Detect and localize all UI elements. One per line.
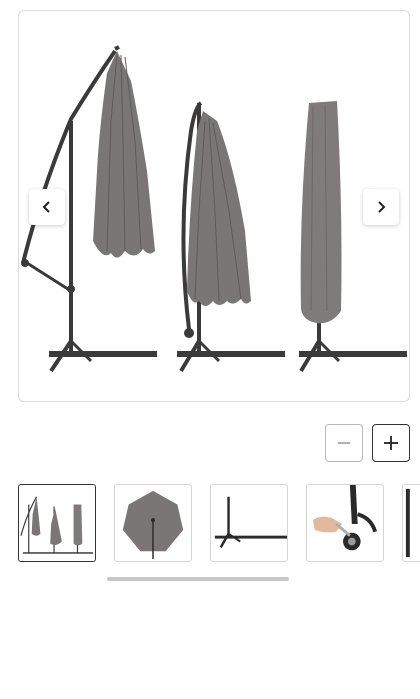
umbrella-covered xyxy=(299,101,407,373)
thumbnail-4[interactable] xyxy=(306,484,384,562)
product-gallery xyxy=(0,0,420,699)
minus-icon xyxy=(338,442,350,444)
umbrella-illustration xyxy=(21,45,407,373)
main-product-image[interactable] xyxy=(18,10,410,402)
next-image-button[interactable] xyxy=(363,189,399,225)
chevron-right-icon xyxy=(378,201,386,213)
chevron-left-icon xyxy=(42,201,50,213)
thumbnail-5[interactable] xyxy=(402,484,420,562)
thumbnail-3[interactable] xyxy=(210,484,288,562)
zoom-out-button[interactable] xyxy=(325,424,363,462)
thumbnail-scrollbar[interactable] xyxy=(107,577,289,581)
cross-base-thumbnail xyxy=(214,496,287,548)
umbrella-closed xyxy=(177,101,285,373)
thumbnail-2[interactable] xyxy=(114,484,192,562)
umbrella-variants-thumbnail xyxy=(20,496,94,554)
plus-icon xyxy=(384,436,398,450)
zoom-in-button[interactable] xyxy=(372,424,410,462)
partial-thumbnail xyxy=(405,488,410,558)
thumbnail-strip[interactable] xyxy=(18,484,420,564)
previous-image-button[interactable] xyxy=(29,189,65,225)
thumbnail-1[interactable] xyxy=(18,484,96,562)
crank-handle-thumbnail xyxy=(312,485,378,551)
canopy-top-view-thumbnail xyxy=(122,490,184,560)
